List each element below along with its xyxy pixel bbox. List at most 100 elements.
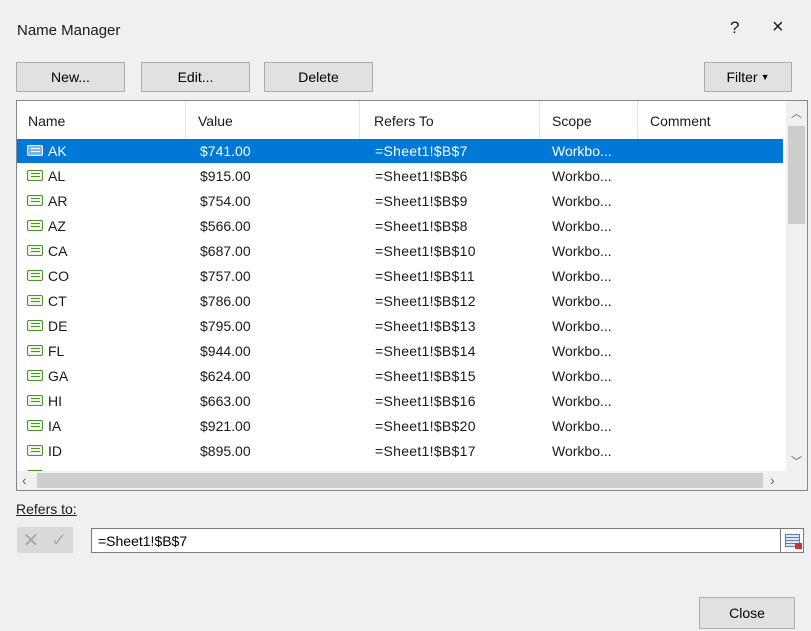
row-value: $921.00 [200,418,251,434]
edit-button-label: Edit... [177,69,214,85]
delete-button-label: Delete [298,69,339,85]
column-header-value[interactable]: Value [198,113,233,129]
named-range-icon [27,220,43,231]
row-refers-to: =Sheet1!$B$10 [375,243,476,259]
collapse-dialog-button[interactable] [781,528,804,553]
column-header-comment[interactable]: Comment [650,113,711,129]
edit-button[interactable]: Edit... [141,62,250,92]
column-header-refers-to[interactable]: Refers To [374,113,434,129]
row-name: CT [48,293,67,309]
delete-button[interactable]: Delete [264,62,373,92]
dialog-title: Name Manager [17,22,121,39]
named-range-icon [27,145,43,156]
row-refers-to: =Sheet1!$B$9 [375,193,468,209]
row-name: AK [48,143,67,159]
close-button[interactable]: Close [699,597,795,629]
named-range-icon [27,345,43,356]
row-name: AZ [48,218,66,234]
row-scope: Workbo... [552,218,612,234]
table-row[interactable]: CA $687.00 =Sheet1!$B$10 Workbo... [17,239,783,263]
close-window-button[interactable]: × [772,16,784,39]
row-name: FL [48,343,65,359]
new-button-label: New... [51,69,90,85]
row-name: CA [48,243,68,259]
table-row[interactable]: CO $757.00 =Sheet1!$B$11 Workbo... [17,264,783,288]
row-name: DE [48,318,68,334]
row-scope: Workbo... [552,243,612,259]
table-row[interactable]: IA $921.00 =Sheet1!$B$20 Workbo... [17,414,783,438]
confirm-edit-icon: ✓ [45,527,73,553]
scroll-down-icon[interactable]: ﹀ [786,453,807,469]
row-scope: Workbo... [552,168,612,184]
horizontal-scrollbar[interactable]: ‹ › [17,471,786,490]
row-refers-to: =Sheet1!$B$15 [375,368,476,384]
row-scope: Workbo... [552,443,612,459]
row-value: $754.00 [200,193,251,209]
row-refers-to: =Sheet1!$B$13 [375,318,476,334]
row-value: $795.00 [200,318,251,334]
named-range-icon [27,420,43,431]
scroll-up-icon[interactable]: ︿ [786,105,807,121]
row-name: AR [48,193,68,209]
row-value: $624.00 [200,368,251,384]
row-refers-to: =Sheet1!$B$11 [375,268,475,284]
filter-button[interactable]: Filter ▼ [704,62,792,92]
table-row[interactable]: HI $663.00 =Sheet1!$B$16 Workbo... [17,389,783,413]
table-row[interactable]: ID $895.00 =Sheet1!$B$17 Workbo... [17,439,783,463]
row-refers-to: =Sheet1!$B$16 [375,393,476,409]
table-row[interactable]: FL $944.00 =Sheet1!$B$14 Workbo... [17,339,783,363]
names-list[interactable]: Name Value Refers To Scope Comment AK $74… [16,100,808,491]
row-scope: Workbo... [552,393,612,409]
row-refers-to: =Sheet1!$B$6 [375,168,468,184]
new-button[interactable]: New... [16,62,125,92]
column-header-name[interactable]: Name [28,113,65,129]
named-range-icon [27,395,43,406]
row-scope: Workbo... [552,368,612,384]
table-row[interactable]: CT $786.00 =Sheet1!$B$12 Workbo... [17,289,783,313]
row-name: ID [48,443,62,459]
named-range-icon [27,445,43,456]
row-scope: Workbo... [552,318,612,334]
row-name: GA [48,368,69,384]
row-refers-to: =Sheet1!$B$8 [375,218,468,234]
row-value: $944.00 [200,343,251,359]
table-row[interactable]: AL $915.00 =Sheet1!$B$6 Workbo... [17,164,783,188]
table-row[interactable]: GA $624.00 =Sheet1!$B$15 Workbo... [17,364,783,388]
vertical-scroll-thumb[interactable] [788,126,805,224]
row-scope: Workbo... [552,293,612,309]
cancel-edit-icon: ✕ [17,527,45,553]
row-scope: Workbo... [552,143,612,159]
filter-button-label: Filter [726,69,758,85]
scroll-left-icon[interactable]: ‹ [22,472,27,488]
named-range-icon [27,320,43,331]
row-scope: Workbo... [552,418,612,434]
refers-to-input[interactable] [91,528,781,553]
table-row[interactable]: AK $741.00 =Sheet1!$B$7 Workbo... [17,139,783,163]
named-range-icon [27,195,43,206]
table-row[interactable]: AR $754.00 =Sheet1!$B$9 Workbo... [17,189,783,213]
scroll-right-icon[interactable]: › [770,472,775,488]
caret-down-icon: ▼ [760,72,770,82]
row-value: $741.00 [200,143,251,159]
row-refers-to: =Sheet1!$B$20 [375,418,476,434]
table-row[interactable]: AZ $566.00 =Sheet1!$B$8 Workbo... [17,214,783,238]
row-value: $786.00 [200,293,251,309]
row-value: $895.00 [200,443,251,459]
row-refers-to: =Sheet1!$B$7 [375,143,468,159]
list-header: Name Value Refers To Scope Comment [17,101,783,139]
named-range-icon [27,270,43,281]
row-refers-to: =Sheet1!$B$12 [375,293,476,309]
horizontal-scroll-thumb[interactable] [37,473,763,488]
vertical-scrollbar[interactable]: ︿ ﹀ [786,101,807,471]
named-range-icon [27,295,43,306]
table-row[interactable]: DE $795.00 =Sheet1!$B$13 Workbo... [17,314,783,338]
help-button[interactable]: ? [730,18,739,38]
row-name: IA [48,418,62,434]
row-name: HI [48,393,62,409]
refers-to-label: Refers to: [16,501,77,517]
row-value: $915.00 [200,168,251,184]
row-value: $566.00 [200,218,251,234]
column-header-scope[interactable]: Scope [552,113,592,129]
row-scope: Workbo... [552,193,612,209]
row-value: $757.00 [200,268,251,284]
